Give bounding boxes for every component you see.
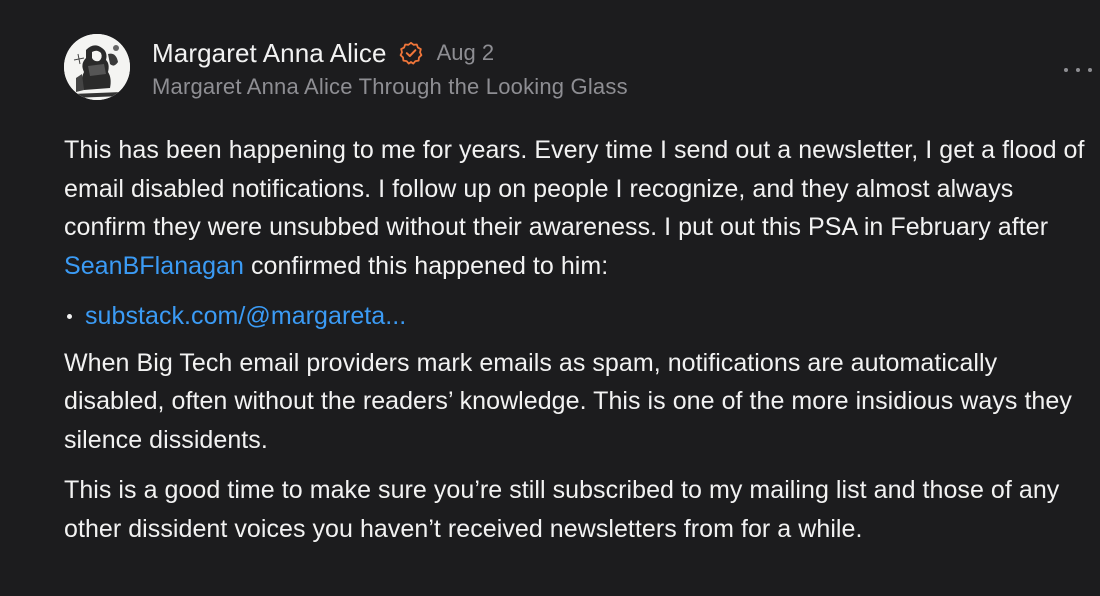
paragraph-2: When Big Tech email providers mark email… xyxy=(64,348,1072,454)
avatar[interactable] xyxy=(64,34,130,100)
paragraph-3: This is a good time to make sure you’re … xyxy=(64,476,1060,543)
post-date[interactable]: Aug 2 xyxy=(437,40,495,66)
paragraph-1-text-after: confirmed this happened to him: xyxy=(243,251,609,280)
paragraph-1: This has been happening to me for years.… xyxy=(64,131,1094,285)
more-dot-icon xyxy=(1088,68,1092,72)
more-dot-icon xyxy=(1064,68,1068,72)
mention-link[interactable]: SeanBFlanagan xyxy=(64,252,244,280)
note-body: This has been happening to me for years.… xyxy=(64,131,1094,548)
more-options-button[interactable] xyxy=(1064,60,1092,80)
author-name[interactable]: Margaret Anna Alice xyxy=(152,38,387,69)
author-line: Margaret Anna Alice Aug 2 xyxy=(152,36,494,70)
paragraph-1-text-before: This has been happening to me for years.… xyxy=(64,136,1085,241)
more-dot-icon xyxy=(1076,68,1080,72)
author-engraving-image xyxy=(64,34,130,100)
bullet-icon xyxy=(67,313,72,319)
publication-name[interactable]: Margaret Anna Alice Through the Looking … xyxy=(152,74,628,100)
link-list-item: substack.com/@margareta... xyxy=(64,297,1094,336)
substack-link[interactable]: substack.com/@margareta... xyxy=(85,297,406,336)
note-card: Margaret Anna Alice Aug 2 Margaret Anna … xyxy=(0,0,1100,596)
verified-badge-icon xyxy=(399,41,423,65)
